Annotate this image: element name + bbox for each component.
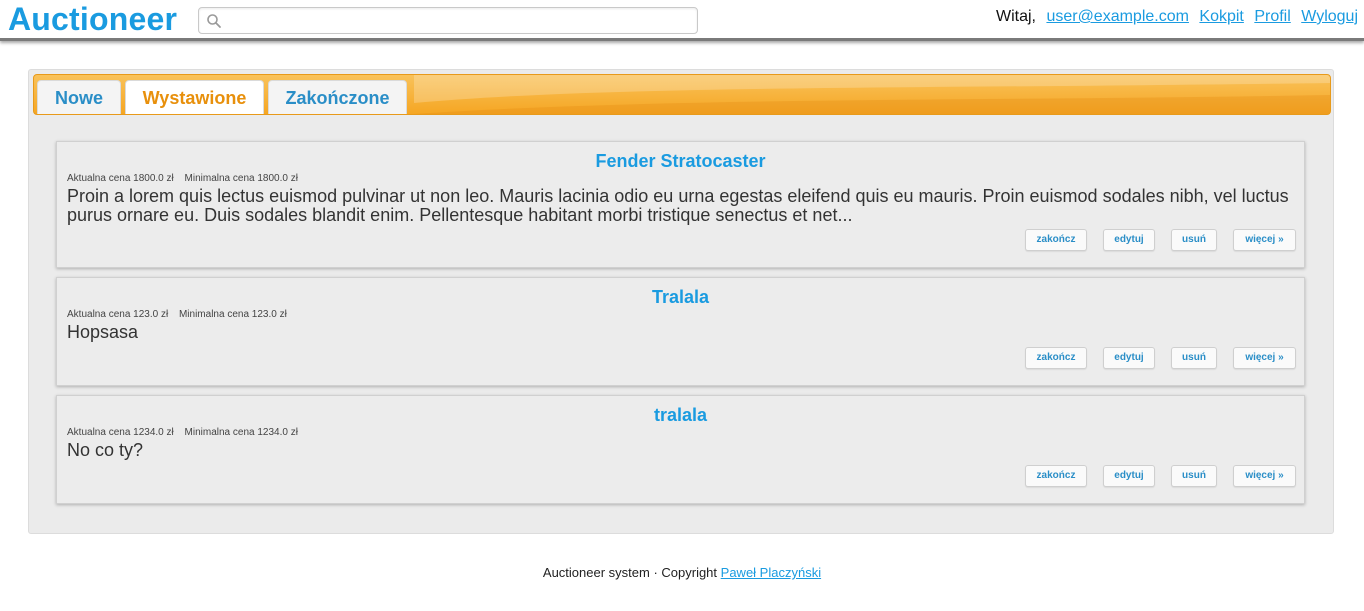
search-input[interactable]: [225, 10, 689, 31]
delete-auction-button[interactable]: usuń: [1171, 347, 1217, 369]
author-link[interactable]: Paweł Placzyński: [721, 565, 821, 580]
auction-title[interactable]: tralala: [57, 405, 1304, 426]
current-price: Aktualna cena 1800.0 zł: [67, 173, 174, 184]
delete-auction-button[interactable]: usuń: [1171, 229, 1217, 251]
edit-auction-button[interactable]: edytuj: [1103, 347, 1155, 369]
end-auction-button[interactable]: zakończ: [1025, 229, 1087, 251]
more-auction-button[interactable]: więcej »: [1233, 347, 1296, 369]
more-auction-button[interactable]: więcej »: [1233, 229, 1296, 251]
brand-logo[interactable]: Auctioneer: [8, 0, 177, 38]
auction-prices: Aktualna cena 123.0 zł Minimalna cena 12…: [67, 309, 287, 320]
end-auction-button[interactable]: zakończ: [1025, 347, 1087, 369]
search-box[interactable]: [198, 7, 698, 34]
profil-link[interactable]: Profil: [1254, 8, 1290, 25]
min-price: Minimalna cena 1234.0 zł: [184, 427, 298, 438]
auctions-panel: Nowe Wystawione Zakończone Fender Strato…: [28, 69, 1334, 534]
current-price: Aktualna cena 1234.0 zł: [67, 427, 174, 438]
tab-zakonczone[interactable]: Zakończone: [268, 80, 407, 114]
footer-text: Auctioneer system · Copyright: [542, 565, 718, 580]
tab-bar: Nowe Wystawione Zakończone: [33, 74, 1331, 115]
edit-auction-button[interactable]: edytuj: [1103, 229, 1155, 251]
user-nav: Witaj, user@example.com Kokpit Profil Wy…: [996, 8, 1358, 26]
end-auction-button[interactable]: zakończ: [1025, 465, 1087, 487]
tab-nowe[interactable]: Nowe: [37, 80, 121, 114]
edit-auction-button[interactable]: edytuj: [1103, 465, 1155, 487]
auction-description: No co ty?: [67, 440, 144, 460]
kokpit-link[interactable]: Kokpit: [1199, 8, 1243, 25]
user-email-link[interactable]: user@example.com: [1046, 8, 1189, 25]
auction-title[interactable]: Tralala: [57, 287, 1304, 308]
auction-card: Tralala Aktualna cena 123.0 zł Minimalna…: [56, 277, 1305, 386]
current-price: Aktualna cena 123.0 zł: [67, 309, 169, 320]
auction-prices: Aktualna cena 1800.0 zł Minimalna cena 1…: [67, 173, 298, 184]
tab-wystawione[interactable]: Wystawione: [125, 80, 264, 114]
auction-card: Fender Stratocaster Aktualna cena 1800.0…: [56, 141, 1305, 268]
more-auction-button[interactable]: więcej »: [1233, 465, 1296, 487]
auction-prices: Aktualna cena 1234.0 zł Minimalna cena 1…: [67, 427, 298, 438]
greeting-text: Witaj,: [995, 8, 1036, 25]
top-bar: Auctioneer Witaj, user@example.com Kokpi…: [0, 0, 1364, 41]
footer: Auctioneer system · Copyright Paweł Plac…: [0, 565, 1364, 580]
min-price: Minimalna cena 123.0 zł: [178, 309, 287, 320]
auction-title[interactable]: Fender Stratocaster: [57, 151, 1304, 172]
auction-description: Proin a lorem quis lectus euismod pulvin…: [67, 186, 1289, 225]
auction-description: Hopsasa: [67, 322, 139, 342]
auction-card: tralala Aktualna cena 1234.0 zł Minimaln…: [56, 395, 1305, 504]
search-icon: [206, 13, 222, 29]
tab-bar-decoration: [414, 75, 1330, 114]
min-price: Minimalna cena 1800.0 zł: [184, 173, 298, 184]
logout-link[interactable]: Wyloguj: [1301, 8, 1358, 25]
delete-auction-button[interactable]: usuń: [1171, 465, 1217, 487]
